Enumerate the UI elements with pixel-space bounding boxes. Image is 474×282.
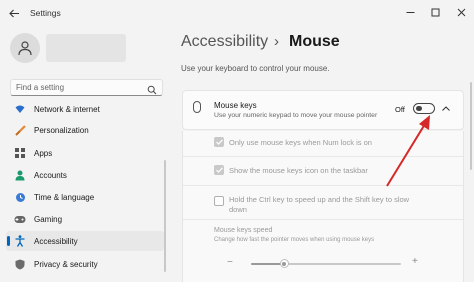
divider (183, 219, 463, 220)
sidebar-item-label: Network & internet (34, 104, 100, 114)
sidebar-item-label: Privacy & security (34, 259, 98, 269)
breadcrumb-parent[interactable]: Accessibility (181, 33, 268, 51)
thumb-inner (282, 261, 286, 266)
sidebar-item-apps[interactable]: Apps (6, 143, 164, 163)
maximize-icon (431, 8, 439, 16)
chevron-up-icon (442, 105, 450, 111)
accessibility-icon (13, 234, 27, 248)
main-scrollbar[interactable] (470, 82, 472, 170)
wifi-icon (13, 102, 27, 116)
sidebar-item-label: Accessibility (34, 236, 78, 246)
selection-indicator (7, 236, 10, 246)
sidebar-item-personalization[interactable]: Personalization (6, 120, 164, 140)
sidebar-item-accessibility[interactable]: Accessibility (6, 231, 164, 251)
num-lock-checkbox[interactable] (214, 137, 224, 147)
sidebar-item-label: Time & language (34, 192, 95, 202)
maximize-button[interactable] (425, 4, 445, 20)
collapse-button[interactable] (440, 103, 452, 113)
ctrl-shift-label-line1: Hold the Ctrl key to speed up and the Sh… (229, 195, 410, 204)
num-lock-label: Only use mouse keys when Num lock is on (229, 138, 372, 147)
back-button[interactable] (6, 5, 22, 21)
minimize-icon (406, 11, 414, 13)
sidebar-item-gaming[interactable]: Gaming (6, 209, 164, 229)
globe-clock-icon (13, 190, 27, 204)
speed-slider-thumb[interactable] (279, 259, 289, 268)
checkmark-icon (215, 139, 223, 145)
person-icon (13, 168, 27, 182)
sidebar-item-label: Accounts (34, 170, 67, 180)
search-input[interactable]: Find a setting (10, 79, 163, 96)
sidebar-item-privacy-security[interactable]: Privacy & security (6, 254, 164, 274)
taskbar-icon-checkbox[interactable] (214, 165, 224, 175)
mouse-icon (193, 101, 201, 113)
breadcrumb-separator: › (274, 33, 279, 50)
ctrl-shift-label-line2: down (229, 205, 247, 214)
page-title: Mouse (289, 33, 340, 50)
search-icon (147, 82, 157, 100)
sidebar-item-label: Gaming (34, 214, 63, 224)
apps-icon (13, 146, 27, 160)
annotation-arrow (386, 115, 430, 187)
checkmark-icon (215, 167, 223, 173)
close-button[interactable] (451, 4, 471, 20)
person-icon (18, 41, 32, 56)
sidebar-item-time-language[interactable]: Time & language (6, 187, 164, 207)
page-description: Use your keyboard to control your mouse. (181, 64, 330, 73)
window-title: Settings (30, 8, 61, 18)
speed-plus-icon: + (412, 256, 418, 267)
speed-subtitle: Change how fast the pointer moves when u… (214, 237, 375, 243)
taskbar-icon-label: Show the mouse keys icon on the taskbar (229, 166, 368, 175)
ctrl-shift-checkbox[interactable] (214, 196, 224, 206)
user-name-redacted (46, 34, 126, 62)
close-icon (457, 8, 465, 16)
sidebar-item-accounts[interactable]: Accounts (6, 165, 164, 185)
mouse-keys-title: Mouse keys (214, 101, 257, 110)
speed-minus-icon: − (227, 257, 233, 268)
mouse-keys-subtitle: Use your numeric keypad to move your mou… (214, 112, 378, 119)
shield-icon (13, 257, 27, 271)
minimize-button[interactable] (400, 4, 420, 20)
brush-icon (13, 123, 27, 137)
sidebar-item-label: Apps (34, 148, 53, 158)
sidebar-item-label: Personalization (34, 125, 89, 135)
sidebar-item-network[interactable]: Network & internet (6, 99, 164, 119)
back-arrow-icon (8, 9, 19, 17)
sidebar-scrollbar[interactable] (164, 160, 166, 272)
speed-title: Mouse keys speed (214, 227, 273, 234)
user-avatar[interactable] (10, 33, 40, 63)
search-placeholder: Find a setting (16, 83, 65, 92)
gamepad-icon (13, 212, 27, 226)
